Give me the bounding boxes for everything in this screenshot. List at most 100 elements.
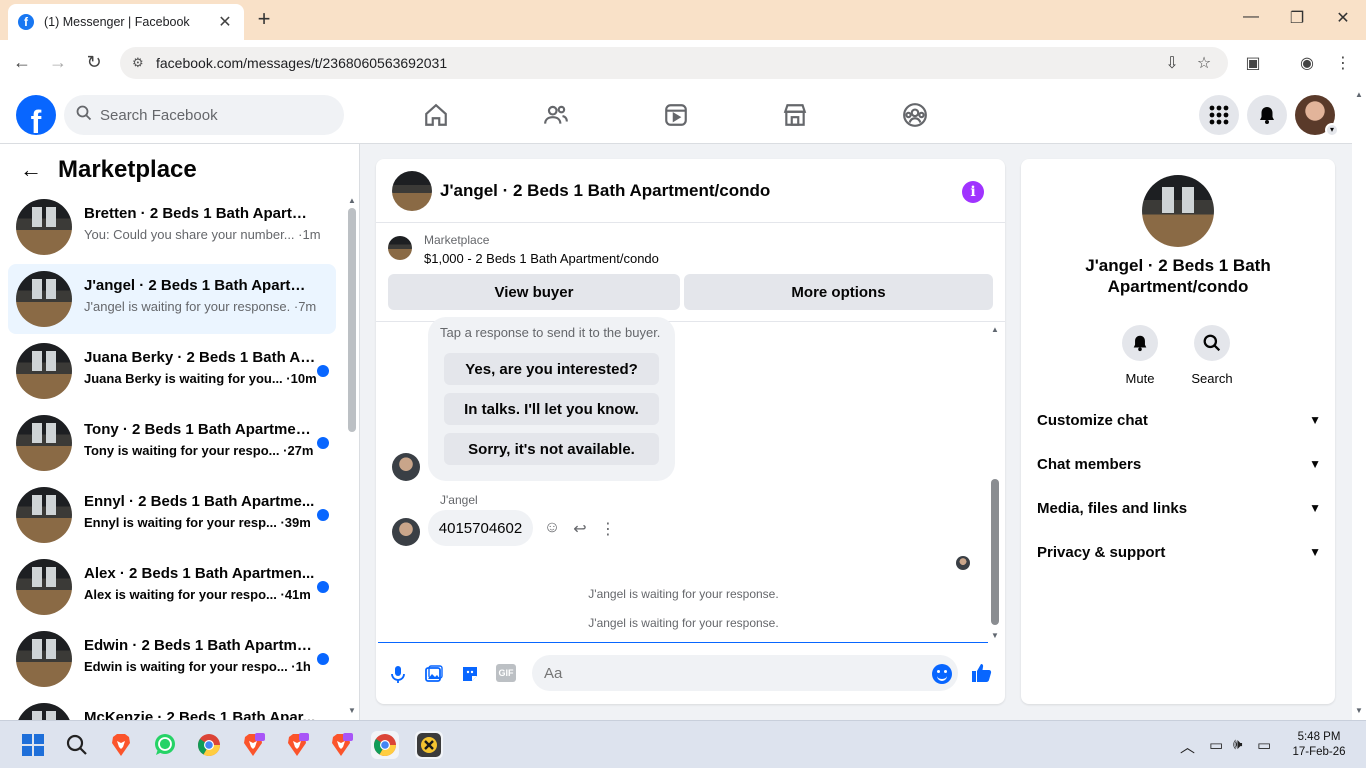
unread-dot [317, 581, 329, 593]
message-input[interactable] [532, 655, 958, 691]
conversation-name: J'angel · 2 Beds 1 Bath Apartment/condo [1085, 256, 1271, 296]
conversation-item[interactable]: Edwin · 2 Beds 1 Bath Apartme... Edwin i… [8, 624, 336, 694]
sender-avatar[interactable] [392, 453, 420, 481]
scroll-down-arrow-icon[interactable]: ▼ [990, 631, 1000, 640]
chevron-down-icon: ▼ [1309, 501, 1321, 515]
marketplace-conversation-list: ← Marketplace Bretten · 2 Beds 1 Bath Ap… [0, 144, 360, 720]
mute-button[interactable]: Mute [1110, 325, 1170, 386]
search-icon[interactable] [63, 731, 91, 759]
brave-browser-icon[interactable] [327, 731, 355, 759]
address-bar[interactable]: ⚙ facebook.com/messages/t/23680605636920… [120, 47, 1228, 79]
scroll-up-arrow-icon[interactable]: ▲ [990, 325, 1000, 334]
thumbs-up-icon[interactable] [970, 661, 994, 685]
back-arrow-icon[interactable]: ← [20, 157, 42, 183]
photo-icon[interactable] [423, 663, 445, 685]
sender-avatar[interactable] [392, 518, 420, 546]
brave-browser-icon[interactable] [239, 731, 267, 759]
chrome-icon[interactable] [371, 731, 399, 759]
conversation-preview: Ennyl is waiting for your resp... ·39m [84, 515, 311, 530]
battery-icon[interactable]: ▭ [1257, 736, 1271, 754]
quick-reply-button[interactable]: In talks. I'll let you know. [444, 393, 659, 425]
close-tab-icon[interactable]: ✕ [216, 12, 234, 32]
more-options-button[interactable]: More options [684, 274, 993, 310]
conversation-name: Tony · 2 Beds 1 Bath Apartmen... [84, 421, 316, 438]
react-emoji-icon[interactable]: ☺ [542, 519, 562, 537]
home-icon[interactable] [423, 102, 449, 128]
conversation-item[interactable]: McKenzie · 2 Beds 1 Bath Apar... [8, 696, 336, 720]
microphone-icon[interactable] [387, 663, 409, 685]
whatsapp-icon[interactable] [151, 731, 179, 759]
system-clock[interactable]: 5:48 PM 17-Feb-26 [1288, 730, 1350, 760]
scroll-up-arrow-icon[interactable]: ▲ [1354, 90, 1364, 99]
conversation-item[interactable]: Ennyl · 2 Beds 1 Bath Apartme... Ennyl i… [8, 480, 336, 550]
search-input[interactable]: Search Facebook [64, 95, 344, 135]
friends-icon[interactable] [543, 102, 569, 128]
display-icon[interactable]: ▭ [1209, 736, 1223, 754]
brave-browser-icon[interactable] [283, 731, 311, 759]
scroll-down-arrow-icon[interactable]: ▼ [1354, 706, 1364, 715]
reload-button[interactable]: ↻ [83, 52, 105, 73]
site-settings-icon[interactable]: ⚙ [132, 55, 144, 71]
chat-members-section[interactable]: Chat members ▼ [1037, 449, 1321, 479]
scroll-up-arrow-icon[interactable]: ▲ [347, 196, 357, 205]
conversation-item[interactable]: Alex · 2 Beds 1 Bath Apartmen... Alex is… [8, 552, 336, 622]
listing-thumbnail [16, 415, 72, 471]
profile-icon[interactable]: ◉ [1296, 53, 1318, 73]
groups-icon[interactable] [902, 102, 928, 128]
close-window-button[interactable]: ✕ [1331, 8, 1355, 28]
scrollbar-thumb[interactable] [348, 208, 356, 432]
volume-icon[interactable]: 🕪 [1233, 736, 1242, 753]
quick-reply-button[interactable]: Yes, are you interested? [444, 353, 659, 385]
back-button[interactable]: ← [11, 52, 33, 73]
conversation-item[interactable]: Bretten · 2 Beds 1 Bath Apartme... You: … [8, 192, 336, 262]
search-conversation-button[interactable]: Search [1182, 325, 1242, 386]
mute-label: Mute [1125, 371, 1155, 386]
quick-reply-button[interactable]: Sorry, it's not available. [444, 433, 659, 465]
video-icon[interactable] [663, 102, 689, 128]
conversation-item[interactable]: Juana Berky · 2 Beds 1 Bath Ap... Juana … [8, 336, 336, 406]
tab-search-icon[interactable]: ▣ [1242, 53, 1264, 73]
notifications-icon[interactable] [1247, 95, 1287, 135]
emoji-icon[interactable] [932, 664, 952, 684]
media-files-links-section[interactable]: Media, files and links ▼ [1037, 493, 1321, 523]
browser-menu-icon[interactable]: ⋮ [1332, 53, 1354, 73]
sticker-icon[interactable] [459, 663, 481, 685]
windows-start-icon[interactable] [19, 731, 47, 759]
browser-toolbar: ← → ↻ ⚙ facebook.com/messages/t/23680605… [0, 40, 1366, 86]
scroll-down-arrow-icon[interactable]: ▼ [347, 706, 357, 715]
install-app-icon[interactable]: ⇩ [1161, 53, 1183, 73]
listing-title[interactable]: $1,000 - 2 Beds 1 Bath Apartment/condo [424, 251, 659, 266]
customize-chat-section[interactable]: Customize chat ▼ [1037, 405, 1321, 435]
more-actions-icon[interactable]: ⋮ [598, 519, 618, 539]
gif-button[interactable]: GIF [496, 664, 516, 682]
listing-avatar[interactable] [1142, 175, 1214, 247]
chat-title[interactable]: J'angel · 2 Beds 1 Bath Apartment/condo [440, 181, 770, 201]
view-buyer-button[interactable]: View buyer [388, 274, 680, 310]
browser-tab-strip: f (1) Messenger | Facebook ✕ + — ❐ ✕ [0, 0, 1366, 40]
forward-button[interactable]: → [47, 52, 69, 73]
bookmark-star-icon[interactable]: ☆ [1193, 53, 1215, 73]
browser-tab[interactable]: f (1) Messenger | Facebook ✕ [8, 4, 244, 40]
profile-avatar[interactable]: ▾ [1295, 95, 1339, 137]
info-icon[interactable]: i [962, 181, 984, 203]
chrome-icon[interactable] [195, 731, 223, 759]
reply-icon[interactable]: ↩ [570, 519, 590, 539]
chat-scrollbar[interactable]: ▲ ▼ [990, 325, 1000, 641]
conversation-item[interactable]: Tony · 2 Beds 1 Bath Apartmen... Tony is… [8, 408, 336, 478]
marketplace-icon[interactable] [782, 102, 808, 128]
brave-browser-icon[interactable] [107, 731, 135, 759]
maximize-button[interactable]: ❐ [1285, 8, 1309, 28]
privacy-support-section[interactable]: Privacy & support ▼ [1037, 537, 1321, 567]
chat-avatar[interactable] [392, 171, 432, 211]
facebook-logo-icon[interactable]: f [16, 95, 56, 135]
scrollbar-thumb[interactable] [991, 479, 999, 625]
menu-grid-icon[interactable] [1199, 95, 1239, 135]
page-scrollbar[interactable]: ▲ ▼ [1352, 86, 1366, 720]
conversation-item-active[interactable]: J'angel · 2 Beds 1 Bath Apartme... J'ang… [8, 264, 336, 334]
minimize-button[interactable]: — [1239, 8, 1263, 26]
show-hidden-icons-chevron-icon[interactable]: ︿ [1180, 736, 1195, 757]
sidebar-scrollbar[interactable]: ▲ ▼ [347, 192, 357, 715]
new-tab-button[interactable]: + [254, 8, 274, 30]
app-icon[interactable] [415, 731, 443, 759]
message-bubble[interactable]: 4015704602 [428, 510, 533, 546]
